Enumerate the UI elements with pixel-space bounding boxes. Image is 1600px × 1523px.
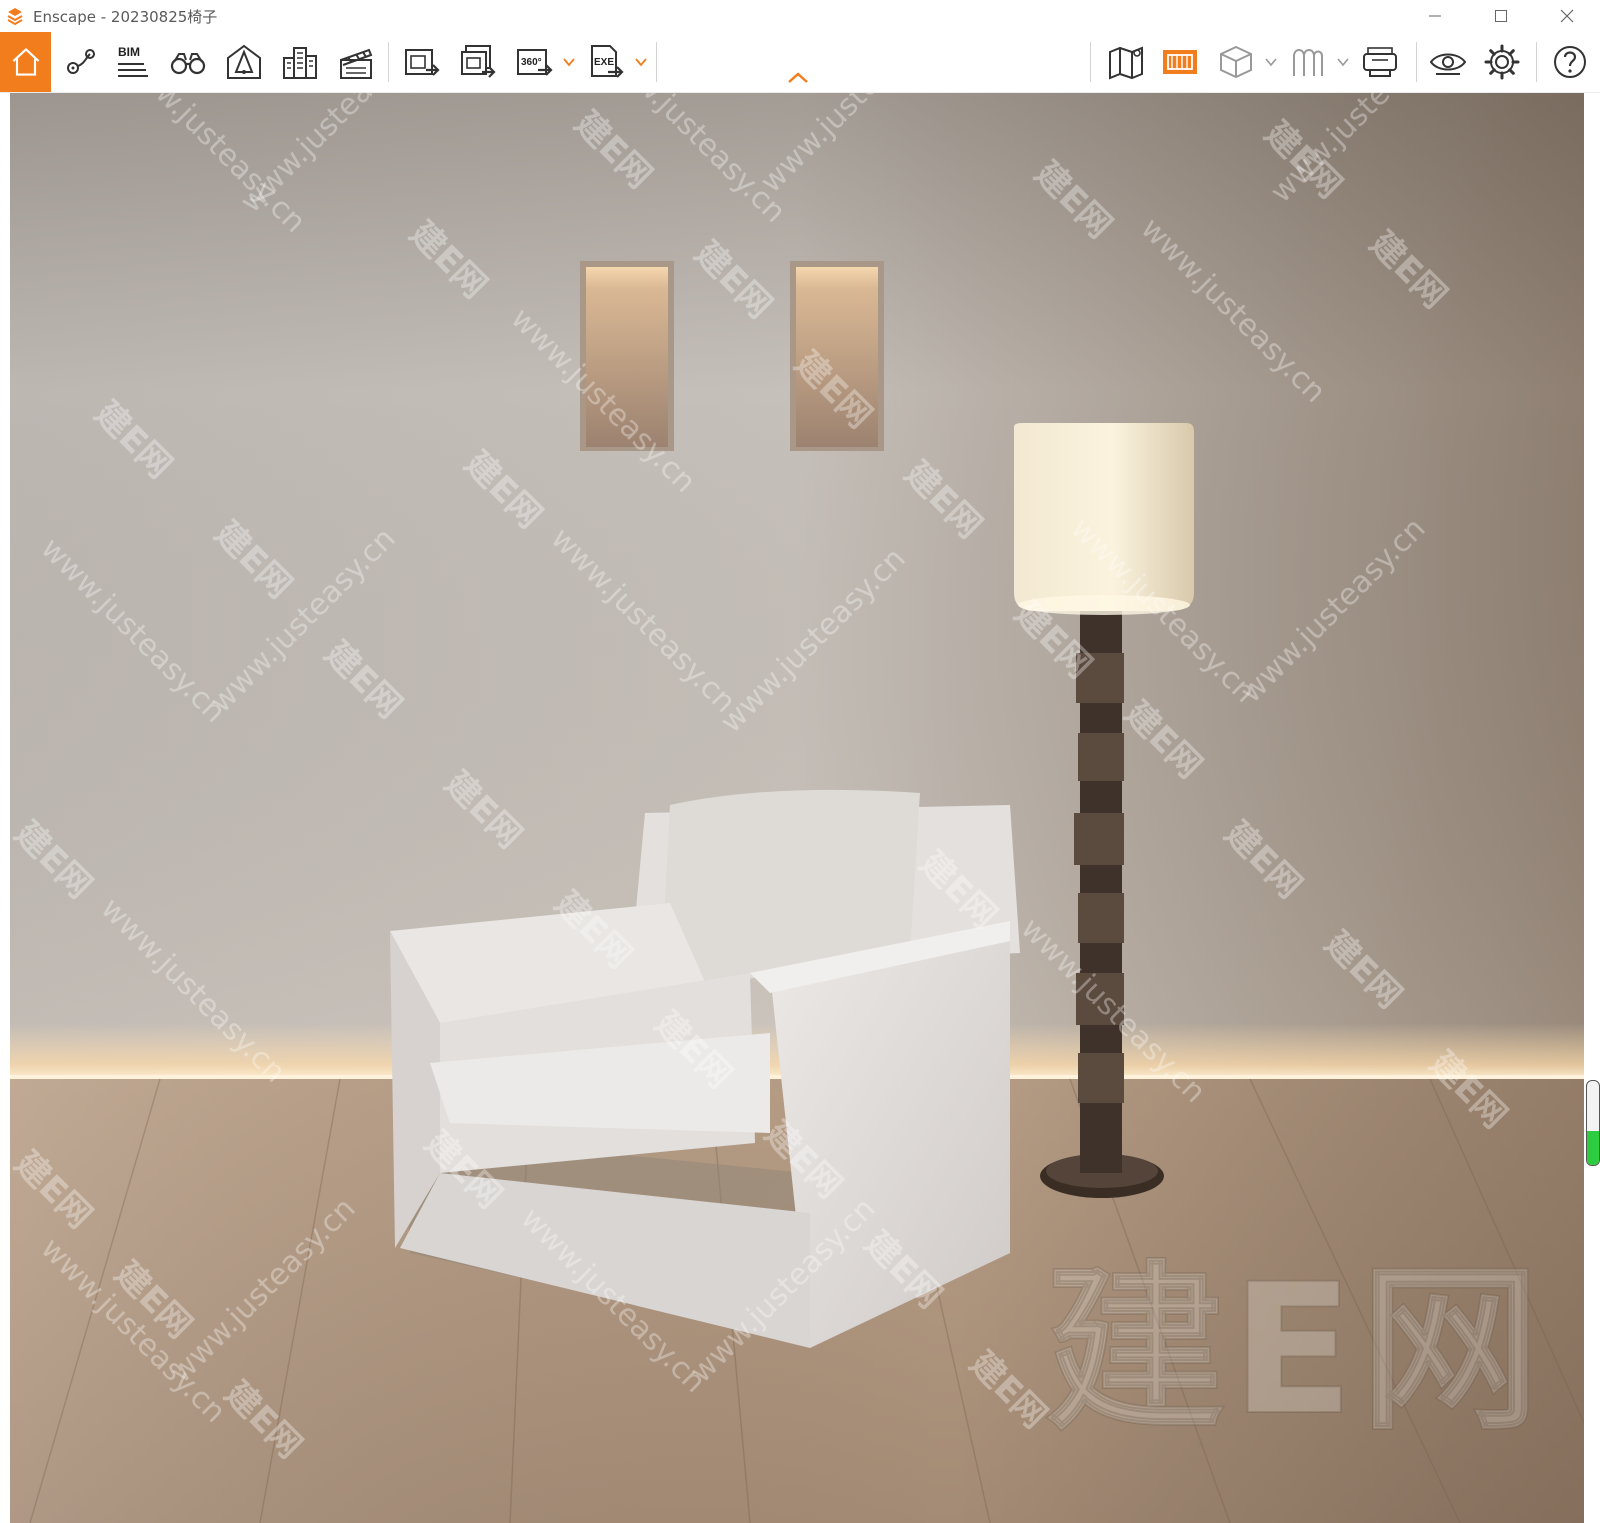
toolbar-divider: [1536, 42, 1537, 82]
home-icon: [12, 48, 39, 76]
material-editor-button[interactable]: [1286, 32, 1330, 92]
navigation-speed-indicator[interactable]: [1586, 1080, 1600, 1166]
window-title: Enscape - 20230825椅子: [33, 8, 218, 26]
render-viewport[interactable]: 建E网 建E网 建E网 建E网 建E网 建E网 建E网 建E网 建E网 建E网 …: [10, 93, 1584, 1523]
cube-view-icon: [1220, 45, 1252, 79]
material-dropdown-caret[interactable]: [1336, 52, 1350, 72]
chevron-down-icon: [1265, 58, 1277, 67]
title-bar: Enscape - 20230825椅子: [0, 0, 1600, 32]
toolbar-divider: [656, 42, 657, 82]
viewport-right-edge: [1584, 93, 1600, 1523]
toolbar-divider: [388, 42, 389, 82]
cube-view-button[interactable]: [1214, 32, 1258, 92]
chevron-down-icon: [1337, 58, 1349, 67]
material-editor-icon: [1293, 49, 1323, 76]
chevron-down-icon: [563, 58, 575, 67]
sun-position-button[interactable]: [222, 32, 266, 92]
wall-niche-left: [580, 261, 674, 451]
vr-headset-icon: [1363, 47, 1397, 77]
svg-text:BIM: BIM: [118, 45, 140, 59]
svg-text:EXE: EXE: [594, 57, 614, 68]
cube-dropdown-caret[interactable]: [1264, 52, 1278, 72]
map-pin-button[interactable]: [58, 32, 102, 92]
close-icon: [1560, 9, 1574, 23]
scene-render: [10, 93, 1584, 1523]
main-toolbar: BIM 360° EXE: [0, 32, 1600, 93]
asset-library-icon: [1163, 50, 1197, 74]
binoculars-button[interactable]: [166, 32, 210, 92]
chevron-down-icon: [635, 58, 647, 67]
panorama-360-button[interactable]: 360°: [512, 32, 556, 92]
home-button[interactable]: [0, 32, 51, 92]
clapperboard-icon: [340, 48, 373, 79]
panorama-dropdown-caret[interactable]: [562, 52, 576, 72]
video-editor-button[interactable]: [334, 32, 378, 92]
map-view-icon: [1109, 46, 1143, 80]
bim-button[interactable]: BIM: [110, 32, 154, 92]
vr-headset-button[interactable]: [1358, 32, 1402, 92]
buildings-button[interactable]: [278, 32, 322, 92]
bim-icon: BIM: [118, 45, 148, 77]
settings-button[interactable]: [1480, 32, 1524, 92]
render-screenshot-icon: [405, 49, 440, 76]
chevron-up-icon: [788, 72, 808, 83]
maximize-icon: [1495, 10, 1507, 22]
export-dropdown-caret[interactable]: [634, 52, 648, 72]
maximize-button[interactable]: [1478, 0, 1524, 32]
map-view-button[interactable]: [1104, 32, 1148, 92]
minimize-button[interactable]: [1412, 0, 1458, 32]
export-exe-icon: EXE: [591, 45, 624, 78]
render-screenshot-button[interactable]: [400, 32, 444, 92]
export-exe-button[interactable]: EXE: [584, 32, 628, 92]
batch-render-button[interactable]: [456, 32, 500, 92]
minimize-icon: [1429, 15, 1441, 17]
batch-render-icon: [461, 45, 496, 78]
collapse-toolbar-button[interactable]: [786, 70, 810, 86]
navigation-speed-fill: [1587, 1131, 1599, 1165]
settings-gear-icon: [1484, 44, 1520, 80]
help-icon: [1554, 46, 1586, 78]
toolbar-divider: [1090, 42, 1091, 82]
binoculars-icon: [170, 53, 206, 75]
help-button[interactable]: [1548, 32, 1592, 92]
close-button[interactable]: [1544, 0, 1590, 32]
visibility-button[interactable]: [1426, 32, 1470, 92]
toolbar-divider: [1416, 42, 1417, 82]
wall-niche-right: [790, 261, 884, 451]
enscape-logo-icon: [6, 7, 24, 26]
buildings-icon: [283, 47, 317, 79]
map-pin-icon: [67, 49, 95, 74]
sun-position-icon: [227, 44, 261, 79]
asset-library-button[interactable]: [1158, 32, 1202, 92]
panorama-360-icon: 360°: [517, 49, 553, 76]
visibility-eye-icon: [1429, 53, 1467, 75]
svg-text:360°: 360°: [521, 57, 542, 68]
